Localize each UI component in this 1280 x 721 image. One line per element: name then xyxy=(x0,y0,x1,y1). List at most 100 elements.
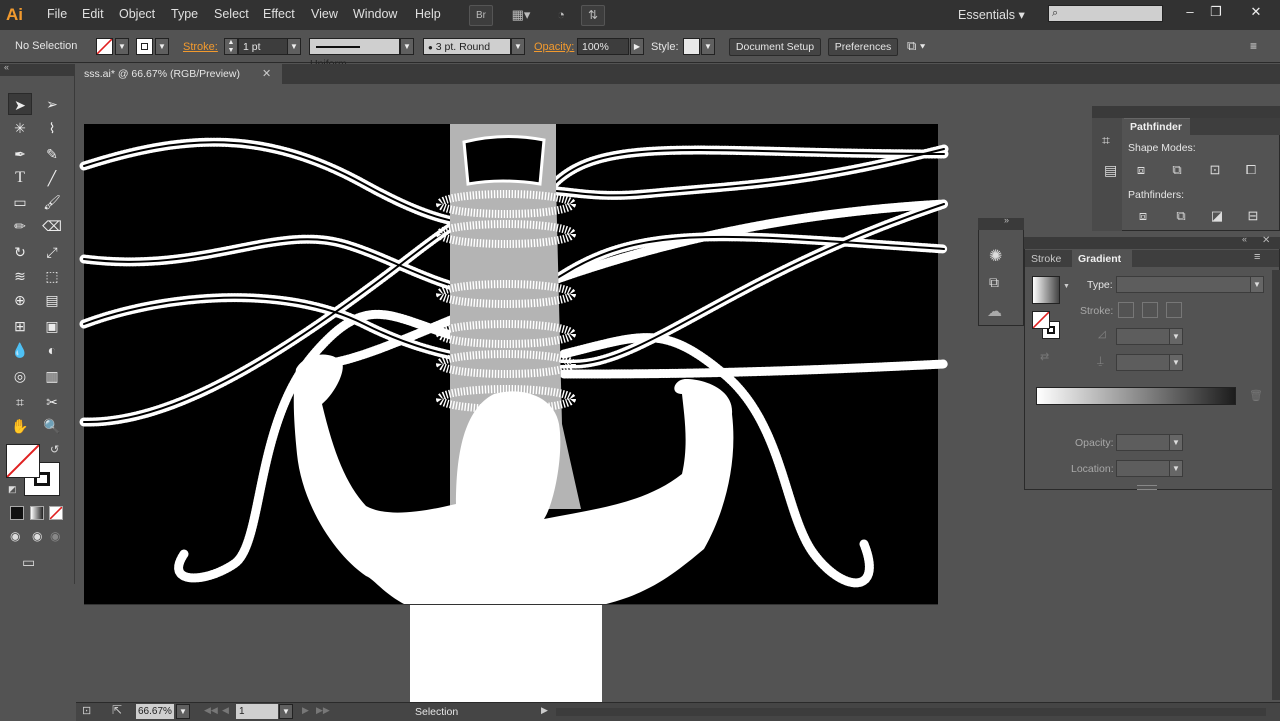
close-panel-icon[interactable]: ✕ xyxy=(1262,235,1270,246)
gradient-type-dropdown[interactable]: ▼ xyxy=(1250,276,1264,293)
slice-tool-icon[interactable]: ✂ xyxy=(40,391,64,413)
close-document-icon[interactable]: ✕ xyxy=(262,64,276,84)
menu-edit[interactable]: Edit xyxy=(82,7,104,21)
symbol-sprayer-tool-icon[interactable]: ◎ xyxy=(8,365,32,387)
stroke-within-icon[interactable] xyxy=(1118,302,1134,318)
preferences-button[interactable]: Preferences xyxy=(828,38,898,56)
gradient-fill-icon[interactable] xyxy=(1032,311,1050,329)
type-tool-icon[interactable]: T xyxy=(8,167,32,189)
artboard[interactable] xyxy=(79,124,949,605)
gradient-preview-swatch[interactable] xyxy=(1032,276,1060,304)
variable-width-profile[interactable]: Uniform xyxy=(309,38,400,70)
minimize-button[interactable]: – xyxy=(1178,3,1202,21)
aspect-ratio-dropdown[interactable]: ▼ xyxy=(1169,354,1183,371)
color-mode-icon[interactable] xyxy=(10,506,24,520)
column-graph-tool-icon[interactable]: ▥ xyxy=(40,365,64,387)
default-colors-icon[interactable]: ◩ xyxy=(8,484,17,495)
merge-icon[interactable]: ◪ xyxy=(1204,205,1230,227)
swap-fill-stroke-icon[interactable]: ↺ xyxy=(50,443,59,456)
pen-tool-icon[interactable]: ✒ xyxy=(8,143,32,165)
workspace-switcher[interactable]: Essentials ▾ xyxy=(958,7,1025,22)
menu-file[interactable]: File xyxy=(47,7,67,21)
open-icon[interactable]: ⇱ xyxy=(112,703,122,717)
line-tool-icon[interactable]: ╱ xyxy=(40,167,64,189)
hand-tool-icon[interactable]: ✋ xyxy=(8,415,32,437)
align-panel-icon[interactable]: ⌗ xyxy=(1102,132,1110,149)
mesh-tool-icon[interactable]: ⊞ xyxy=(8,315,32,337)
opacity-label[interactable]: Opacity: xyxy=(534,41,574,53)
shape-builder-tool-icon[interactable]: ⊕ xyxy=(8,289,32,311)
none-mode-icon[interactable] xyxy=(49,506,63,520)
side-dock-expand-icon[interactable]: » xyxy=(1004,215,1009,225)
reverse-gradient-icon[interactable]: ⇄ xyxy=(1040,350,1049,363)
lasso-tool-icon[interactable]: ⌇ xyxy=(40,117,64,139)
intersect-icon[interactable]: ⊡ xyxy=(1202,159,1228,181)
horizontal-scrollbar[interactable] xyxy=(556,708,1266,716)
pencil-tool-icon[interactable]: ✏ xyxy=(8,215,32,237)
stroke-weight-field[interactable]: 1 pt xyxy=(238,38,288,55)
stroke-color-swatch[interactable] xyxy=(136,38,153,55)
menu-type[interactable]: Type xyxy=(171,7,198,21)
trim-icon[interactable]: ⧉ xyxy=(1168,205,1194,227)
opacity-slider-toggle[interactable]: ▶ xyxy=(630,38,644,55)
brush-dropdown[interactable]: ▼ xyxy=(511,38,525,55)
graphic-style-swatch[interactable] xyxy=(683,38,700,55)
opacity-field[interactable]: 100% xyxy=(577,38,629,55)
stroke-along-icon[interactable] xyxy=(1142,302,1158,318)
stroke-weight-stepper[interactable]: ▲ ▼ xyxy=(224,38,238,55)
brush-definition[interactable]: ● 3 pt. Round xyxy=(423,38,511,55)
direct-selection-tool-icon[interactable]: ➢ xyxy=(40,93,64,115)
delete-stop-icon[interactable]: 🗑 xyxy=(1249,389,1263,402)
sync-settings-icon[interactable]: ⇅ xyxy=(581,5,605,26)
collapse-icon[interactable]: « xyxy=(4,62,9,72)
selection-tool-icon[interactable]: ➤ xyxy=(8,93,32,115)
page-dropdown[interactable]: ▼ xyxy=(279,704,293,719)
fill-proxy[interactable] xyxy=(6,444,40,478)
zoom-field[interactable]: 66.67% xyxy=(136,704,174,719)
gradient-type-select[interactable] xyxy=(1116,276,1252,293)
gradient-panel-menu-icon[interactable]: ≡ xyxy=(1254,251,1260,263)
menu-select[interactable]: Select xyxy=(214,7,249,21)
last-page-icon[interactable]: ▶▶ xyxy=(316,705,330,716)
page-field[interactable]: 1 xyxy=(236,704,278,719)
warp-tool-icon[interactable]: ≋ xyxy=(8,265,32,287)
divide-icon[interactable]: ⧈ xyxy=(1130,205,1156,227)
panel-resize-grip[interactable] xyxy=(1137,485,1157,490)
blend-tool-icon[interactable]: ◐ xyxy=(40,339,64,361)
zoom-tool-icon[interactable]: 🔍 xyxy=(40,415,64,437)
curvature-tool-icon[interactable]: ✎ xyxy=(40,143,64,165)
search-input[interactable] xyxy=(1048,5,1163,22)
stroke-tab[interactable]: Stroke xyxy=(1031,253,1061,265)
scale-tool-icon[interactable]: ⤢ xyxy=(40,241,64,263)
stroke-label[interactable]: Stroke: xyxy=(183,41,218,53)
arrange-documents-icon[interactable]: ▦▾ xyxy=(506,5,536,24)
angle-field[interactable] xyxy=(1116,328,1170,345)
artboard-tool-icon[interactable]: ⌗ xyxy=(8,391,32,413)
style-dropdown[interactable]: ▼ xyxy=(701,38,715,55)
unite-icon[interactable]: ⧈ xyxy=(1128,159,1154,181)
gradient-slider[interactable] xyxy=(1036,387,1236,405)
stop-opacity-dropdown[interactable]: ▼ xyxy=(1169,434,1183,451)
rotate-tool-icon[interactable]: ↻ xyxy=(8,241,32,263)
vertical-scrollbar[interactable] xyxy=(1272,270,1280,700)
menu-object[interactable]: Object xyxy=(119,7,155,21)
screen-mode-icon[interactable]: ▭ xyxy=(22,554,35,571)
restore-button[interactable]: ❐ xyxy=(1204,3,1228,21)
magic-wand-tool-icon[interactable]: ✳ xyxy=(8,117,32,139)
eraser-tool-icon[interactable]: ⌫ xyxy=(40,215,64,237)
eyedropper-tool-icon[interactable]: 💧 xyxy=(8,339,32,361)
next-page-icon[interactable]: ▶ xyxy=(302,705,309,716)
gpu-performance-icon[interactable]: ◔ xyxy=(550,5,572,24)
pathfinder-tab[interactable]: Pathfinder xyxy=(1124,118,1190,136)
profile-dropdown[interactable]: ▼ xyxy=(400,38,414,55)
location-field[interactable] xyxy=(1116,460,1170,477)
draw-normal-icon[interactable]: ◉ xyxy=(10,529,20,543)
bridge-button[interactable]: Br xyxy=(469,5,493,26)
free-transform-tool-icon[interactable]: ⬚ xyxy=(40,265,64,287)
minus-front-icon[interactable]: ⧉ xyxy=(1164,159,1190,181)
zoom-dropdown[interactable]: ▼ xyxy=(176,704,190,719)
close-window-button[interactable]: ✕ xyxy=(1244,3,1268,21)
aspect-ratio-field[interactable] xyxy=(1116,354,1170,371)
document-tab[interactable]: sss.ai* @ 66.67% (RGB/Preview) xyxy=(76,64,282,84)
gradient-preset-dropdown-icon[interactable]: ▼ xyxy=(1063,283,1070,290)
